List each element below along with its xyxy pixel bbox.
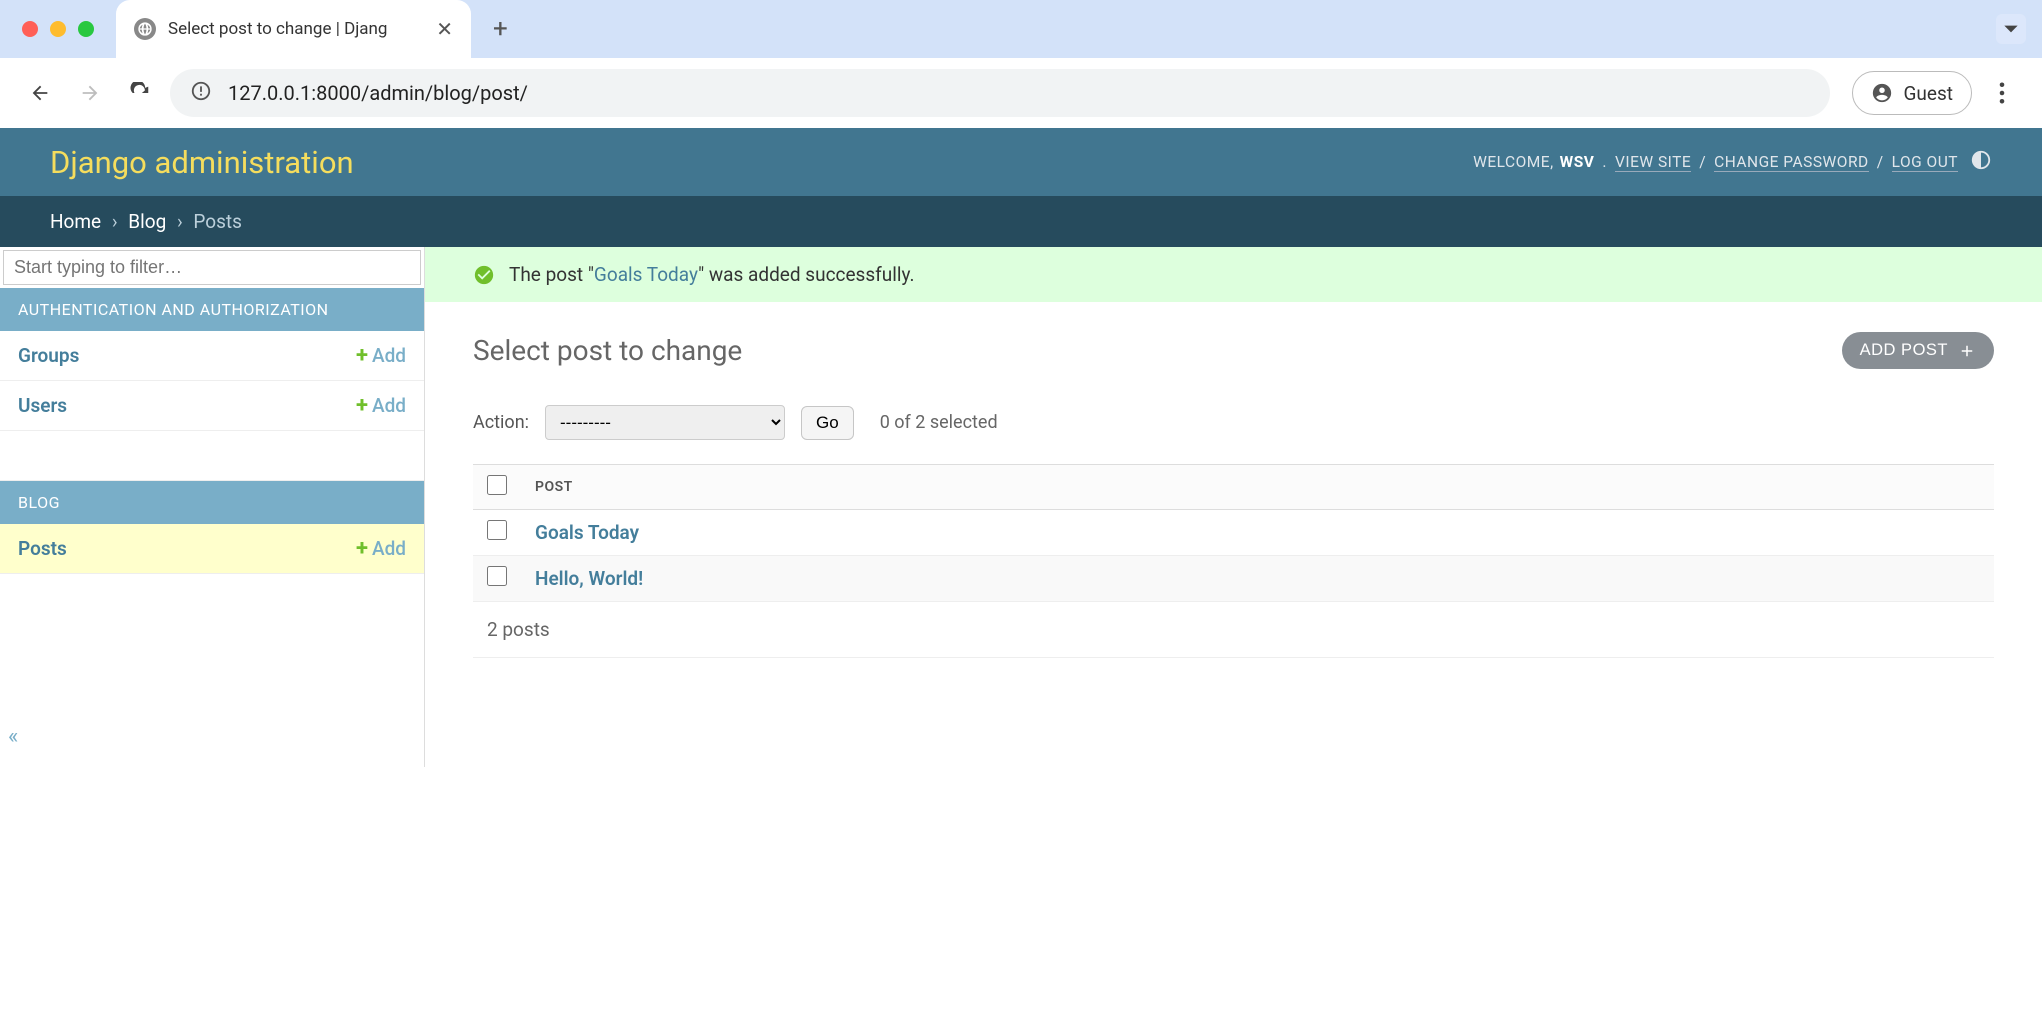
success-object-link[interactable]: Goals Today <box>594 263 698 286</box>
app-header[interactable]: AUTHENTICATION AND AUTHORIZATION <box>0 288 424 331</box>
sidebar-add-label: Add <box>372 344 406 367</box>
tab-dropdown-button[interactable] <box>1996 14 2026 44</box>
breadcrumbs: Home › Blog › Posts <box>0 196 2042 247</box>
sidebar-add-link[interactable]: +Add <box>356 393 406 418</box>
main-content: The post "Goals Today" was added success… <box>425 247 2042 767</box>
profile-label: Guest <box>1903 82 1953 105</box>
paginator: 2 posts <box>473 602 1994 658</box>
reload-icon <box>129 82 151 104</box>
sidebar-filter-input[interactable] <box>3 250 421 285</box>
username: WSV <box>1560 153 1595 171</box>
logout-link[interactable]: LOG OUT <box>1892 153 1958 172</box>
globe-icon <box>134 18 156 40</box>
window-minimize-icon[interactable] <box>50 21 66 37</box>
action-label: Action: <box>473 412 529 433</box>
browser-chrome: Select post to change | Djang ✕ + 127.0.… <box>0 0 2042 128</box>
actions-bar: Action: --------- Go 0 of 2 selected <box>473 405 1994 440</box>
selection-counter: 0 of 2 selected <box>880 412 998 433</box>
sidebar: AUTHENTICATION AND AUTHORIZATIONGroups+A… <box>0 247 425 767</box>
arrow-left-icon <box>29 82 51 104</box>
site-title[interactable]: Django administration <box>50 144 354 181</box>
theme-toggle[interactable] <box>1964 149 1992 175</box>
url-input[interactable]: 127.0.0.1:8000/admin/blog/post/ <box>170 69 1830 117</box>
go-button[interactable]: Go <box>801 406 854 440</box>
sidebar-add-label: Add <box>372 394 406 417</box>
column-header-post[interactable]: POST <box>521 465 1994 510</box>
sidebar-model-link[interactable]: Users <box>18 394 67 417</box>
browser-menu-button[interactable] <box>1982 73 2022 113</box>
plus-icon: + <box>356 393 368 418</box>
breadcrumb-current: Posts <box>193 210 242 233</box>
row-checkbox[interactable] <box>487 566 507 586</box>
table-row: Goals Today <box>473 510 1994 556</box>
forward-button <box>70 73 110 113</box>
browser-tab[interactable]: Select post to change | Djang ✕ <box>116 0 471 58</box>
sidebar-add-link[interactable]: +Add <box>356 343 406 368</box>
success-text: The post "Goals Today" was added success… <box>509 263 915 286</box>
breadcrumb-home[interactable]: Home <box>50 210 101 233</box>
admin-header: Django administration WELCOME, WSV. VIEW… <box>0 128 2042 196</box>
tab-title: Select post to change | Djang <box>168 19 424 39</box>
add-post-button[interactable]: ADD POST <box>1842 332 1994 369</box>
new-tab-button[interactable]: + <box>493 14 508 44</box>
row-link[interactable]: Goals Today <box>535 521 639 544</box>
app-header[interactable]: BLOG <box>0 481 424 524</box>
sidebar-spacer <box>0 431 424 481</box>
row-link[interactable]: Hello, World! <box>535 567 643 590</box>
user-tools: WELCOME, WSV. VIEW SITE / CHANGE PASSWOR… <box>1473 149 1992 175</box>
check-circle-icon <box>473 264 495 286</box>
success-message: The post "Goals Today" was added success… <box>425 247 2042 302</box>
breadcrumb-app[interactable]: Blog <box>128 210 166 233</box>
sidebar-model-row: Groups +Add <box>0 331 424 381</box>
sidebar-model-link[interactable]: Groups <box>18 344 79 367</box>
sidebar-model-link[interactable]: Posts <box>18 537 67 560</box>
table-row: Hello, World! <box>473 556 1994 602</box>
window-maximize-icon[interactable] <box>78 21 94 37</box>
window-controls <box>22 21 94 37</box>
person-icon <box>1871 82 1893 104</box>
back-button[interactable] <box>20 73 60 113</box>
change-password-link[interactable]: CHANGE PASSWORD <box>1714 153 1869 172</box>
sidebar-model-row: Posts +Add <box>0 524 424 574</box>
profile-chip[interactable]: Guest <box>1852 71 1972 115</box>
select-all-header <box>473 465 521 510</box>
url-text: 127.0.0.1:8000/admin/blog/post/ <box>228 81 528 105</box>
sidebar-add-link[interactable]: +Add <box>356 536 406 561</box>
kebab-icon <box>1999 82 2005 104</box>
tab-bar: Select post to change | Djang ✕ + <box>0 0 2042 58</box>
view-site-link[interactable]: VIEW SITE <box>1615 153 1691 172</box>
action-select[interactable]: --------- <box>545 405 785 440</box>
sidebar-model-row: Users +Add <box>0 381 424 431</box>
plus-icon <box>1958 342 1976 360</box>
window-close-icon[interactable] <box>22 21 38 37</box>
sidebar-add-label: Add <box>372 537 406 560</box>
arrow-right-icon <box>79 82 101 104</box>
info-icon[interactable] <box>190 80 212 107</box>
page-heading-row: Select post to change ADD POST <box>473 332 1994 369</box>
select-all-checkbox[interactable] <box>487 475 507 495</box>
add-post-label: ADD POST <box>1860 341 1948 360</box>
page-title: Select post to change <box>473 334 742 367</box>
reload-button[interactable] <box>120 73 160 113</box>
welcome-text: WELCOME, <box>1473 153 1554 171</box>
content-wrapper: AUTHENTICATION AND AUTHORIZATIONGroups+A… <box>0 247 2042 767</box>
half-circle-icon <box>1970 149 1992 171</box>
plus-icon: + <box>356 536 368 561</box>
results-table: POST Goals Today Hello, World! <box>473 464 1994 602</box>
sidebar-collapse-button[interactable]: « <box>8 724 18 749</box>
close-icon[interactable]: ✕ <box>436 17 453 41</box>
row-checkbox[interactable] <box>487 520 507 540</box>
plus-icon: + <box>356 343 368 368</box>
address-bar: 127.0.0.1:8000/admin/blog/post/ Guest <box>0 58 2042 128</box>
